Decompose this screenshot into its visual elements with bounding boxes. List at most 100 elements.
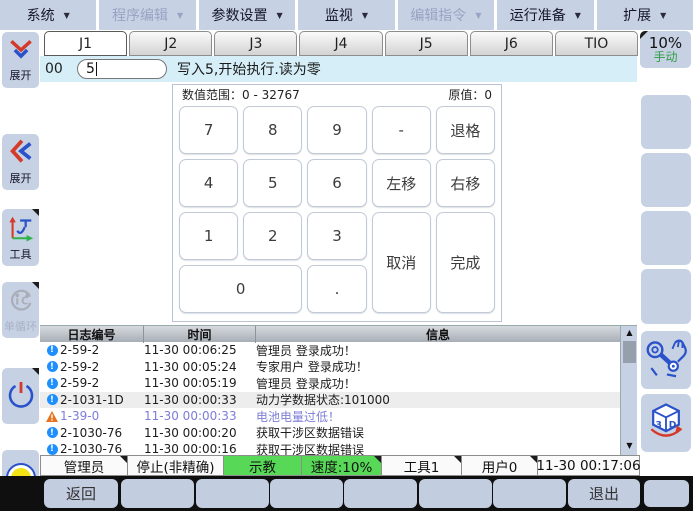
scroll-down-icon[interactable]: ▼ <box>621 441 637 450</box>
menu-extend[interactable]: 扩展▼ <box>597 0 693 30</box>
function-key-blank-3[interactable] <box>270 479 343 508</box>
key-2[interactable]: 2 <box>243 212 302 260</box>
expand-left-button[interactable]: 展开 <box>2 134 39 190</box>
chevron-down-icon: ▼ <box>362 11 368 20</box>
key-shift-left[interactable]: 左移 <box>372 159 431 207</box>
key-8[interactable]: 8 <box>243 106 302 154</box>
manual-mode-label: 手动 <box>653 51 677 64</box>
double-chevron-left-icon <box>8 138 34 169</box>
key-1[interactable]: 1 <box>179 212 238 260</box>
chevron-down-icon: ▼ <box>276 11 282 20</box>
chevron-down-icon: ▼ <box>177 11 183 20</box>
status-user[interactable]: 管理员 <box>40 455 128 476</box>
status-speed[interactable]: 速度:10% <box>302 455 382 476</box>
info-icon: ! <box>44 394 60 405</box>
menu-run-prepare[interactable]: 运行准备▼ <box>497 0 593 30</box>
soft-key-blank-3[interactable] <box>641 211 691 265</box>
status-teach-mode: 示教 <box>224 455 302 476</box>
log-row[interactable]: ! 2-59-2 11-30 00:06:25 管理员 登录成功！ <box>40 342 620 359</box>
key-done[interactable]: 完成 <box>436 212 495 313</box>
key-0[interactable]: 0 <box>179 265 302 313</box>
power-button[interactable] <box>2 368 39 424</box>
tab-tio[interactable]: TIO <box>555 31 638 56</box>
status-datetime: 11-30 00:17:06 <box>538 455 640 476</box>
key-shift-right[interactable]: 右移 <box>436 159 495 207</box>
log-row[interactable]: 1-39-0 11-30 00:00:33 电池电量过低！ <box>40 408 620 425</box>
corner-fold-icon <box>374 456 381 463</box>
key-6[interactable]: 6 <box>307 159 366 207</box>
single-cycle-button: C 单循环 <box>2 282 39 338</box>
menu-edit-command: 编辑指令▼ <box>398 0 494 30</box>
menu-bar: 系统▼ 程序编辑▼ 参数设置▼ 监视▼ 编辑指令▼ 运行准备▼ 扩展▼ <box>0 0 693 30</box>
exit-button[interactable]: 退出 <box>568 479 640 508</box>
function-key-blank-4[interactable] <box>344 479 417 508</box>
key-4[interactable]: 4 <box>179 159 238 207</box>
log-header-time: 时间 <box>144 326 256 343</box>
chevron-down-icon: ▼ <box>475 11 481 20</box>
robot-drag-icon <box>644 337 688 383</box>
tab-j5[interactable]: J5 <box>385 31 468 56</box>
svg-text:3: 3 <box>655 419 661 430</box>
menu-parameter-settings[interactable]: 参数设置▼ <box>199 0 295 30</box>
scrollbar-thumb[interactable] <box>623 341 636 363</box>
key-5[interactable]: 5 <box>243 159 302 207</box>
scroll-up-icon[interactable]: ▲ <box>621 328 637 337</box>
info-icon: ! <box>44 427 60 438</box>
tab-j1[interactable]: J1 <box>44 31 127 56</box>
tab-j3[interactable]: J3 <box>214 31 297 56</box>
log-scrollbar[interactable]: ▲ ▼ <box>620 326 637 455</box>
back-button[interactable]: 返回 <box>44 479 118 508</box>
log-row-clipped[interactable]: ! 2-1030-76 11-30 00:00:16 获取干涉区数据错误 <box>40 441 620 455</box>
menu-system[interactable]: 系统▼ <box>0 0 96 30</box>
soft-key-blank-4[interactable] <box>641 269 691 324</box>
svg-text:C: C <box>21 296 29 308</box>
key-3[interactable]: 3 <box>307 212 366 260</box>
status-run-state: 停止(非精确) <box>128 455 224 476</box>
key-9[interactable]: 9 <box>307 106 366 154</box>
function-key-blank-6[interactable] <box>493 479 566 508</box>
expand-label: 展开 <box>10 67 32 83</box>
tab-j6[interactable]: J6 <box>470 31 553 56</box>
view-3d-button[interactable]: 3 D <box>641 394 691 452</box>
power-icon <box>6 380 36 413</box>
key-cancel[interactable]: 取消 <box>372 212 431 313</box>
log-row[interactable]: ! 2-1031-1D 11-30 00:00:33 动力学数据状态:10100… <box>40 392 620 409</box>
value-input[interactable]: 5 <box>77 59 167 79</box>
status-bar: 管理员 停止(非精确) 示教 速度:10% 工具1 用户0 11-30 00:1… <box>40 455 640 476</box>
function-key-blank-5[interactable] <box>419 479 492 508</box>
value-range-label: 数值范围：0 - 32767 <box>182 86 300 103</box>
key-backspace[interactable]: 退格 <box>436 106 495 154</box>
expand-down-button[interactable]: 展开 <box>2 32 39 88</box>
tab-j4[interactable]: J4 <box>299 31 382 56</box>
soft-key-blank-1[interactable] <box>641 95 691 149</box>
log-row[interactable]: ! 2-1030-76 11-30 00:00:20 获取干涉区数据错误 <box>40 425 620 442</box>
key-7[interactable]: 7 <box>179 106 238 154</box>
tool-label: 工具 <box>10 246 32 262</box>
menu-monitor[interactable]: 监视▼ <box>298 0 394 30</box>
tab-j2[interactable]: J2 <box>129 31 212 56</box>
chevron-down-icon: ▼ <box>575 11 581 20</box>
drag-teach-button[interactable] <box>641 331 691 389</box>
parameter-edit-row: 00 5 写入5,开始执行.读为零 <box>40 56 637 82</box>
speed-mode-button[interactable]: 10% 手动 <box>640 31 691 68</box>
function-key-blank-7[interactable] <box>644 480 689 507</box>
teach-pendant-screen: 系统▼ 程序编辑▼ 参数设置▼ 监视▼ 编辑指令▼ 运行准备▼ 扩展▼ J1 J… <box>0 0 693 511</box>
menu-program-edit: 程序编辑▼ <box>99 0 195 30</box>
chevron-down-icon: ▼ <box>64 11 70 20</box>
function-key-blank-1[interactable] <box>121 479 194 508</box>
numeric-keypad: 数值范围：0 - 32767 原值：0 7 8 9 - 退格 4 5 6 左移 … <box>172 84 502 322</box>
status-user-frame[interactable]: 用户0 <box>462 455 538 476</box>
key-minus[interactable]: - <box>372 106 431 154</box>
function-key-blank-2[interactable] <box>196 479 269 508</box>
line-number: 00 <box>45 61 71 77</box>
corner-fold-icon <box>120 456 127 463</box>
log-row[interactable]: ! 2-59-2 11-30 00:05:24 专家用户 登录成功！ <box>40 359 620 376</box>
soft-key-blank-2[interactable] <box>641 153 691 207</box>
log-row[interactable]: ! 2-59-2 11-30 00:05:19 管理员 登录成功！ <box>40 375 620 392</box>
status-tool[interactable]: 工具1 <box>382 455 462 476</box>
tool-frame-button[interactable]: 工具 <box>2 209 39 266</box>
tool-axes-icon <box>7 214 35 245</box>
double-chevron-down-icon <box>7 37 35 66</box>
original-value-label: 原值：0 <box>448 86 492 103</box>
key-dot[interactable]: . <box>307 265 366 313</box>
